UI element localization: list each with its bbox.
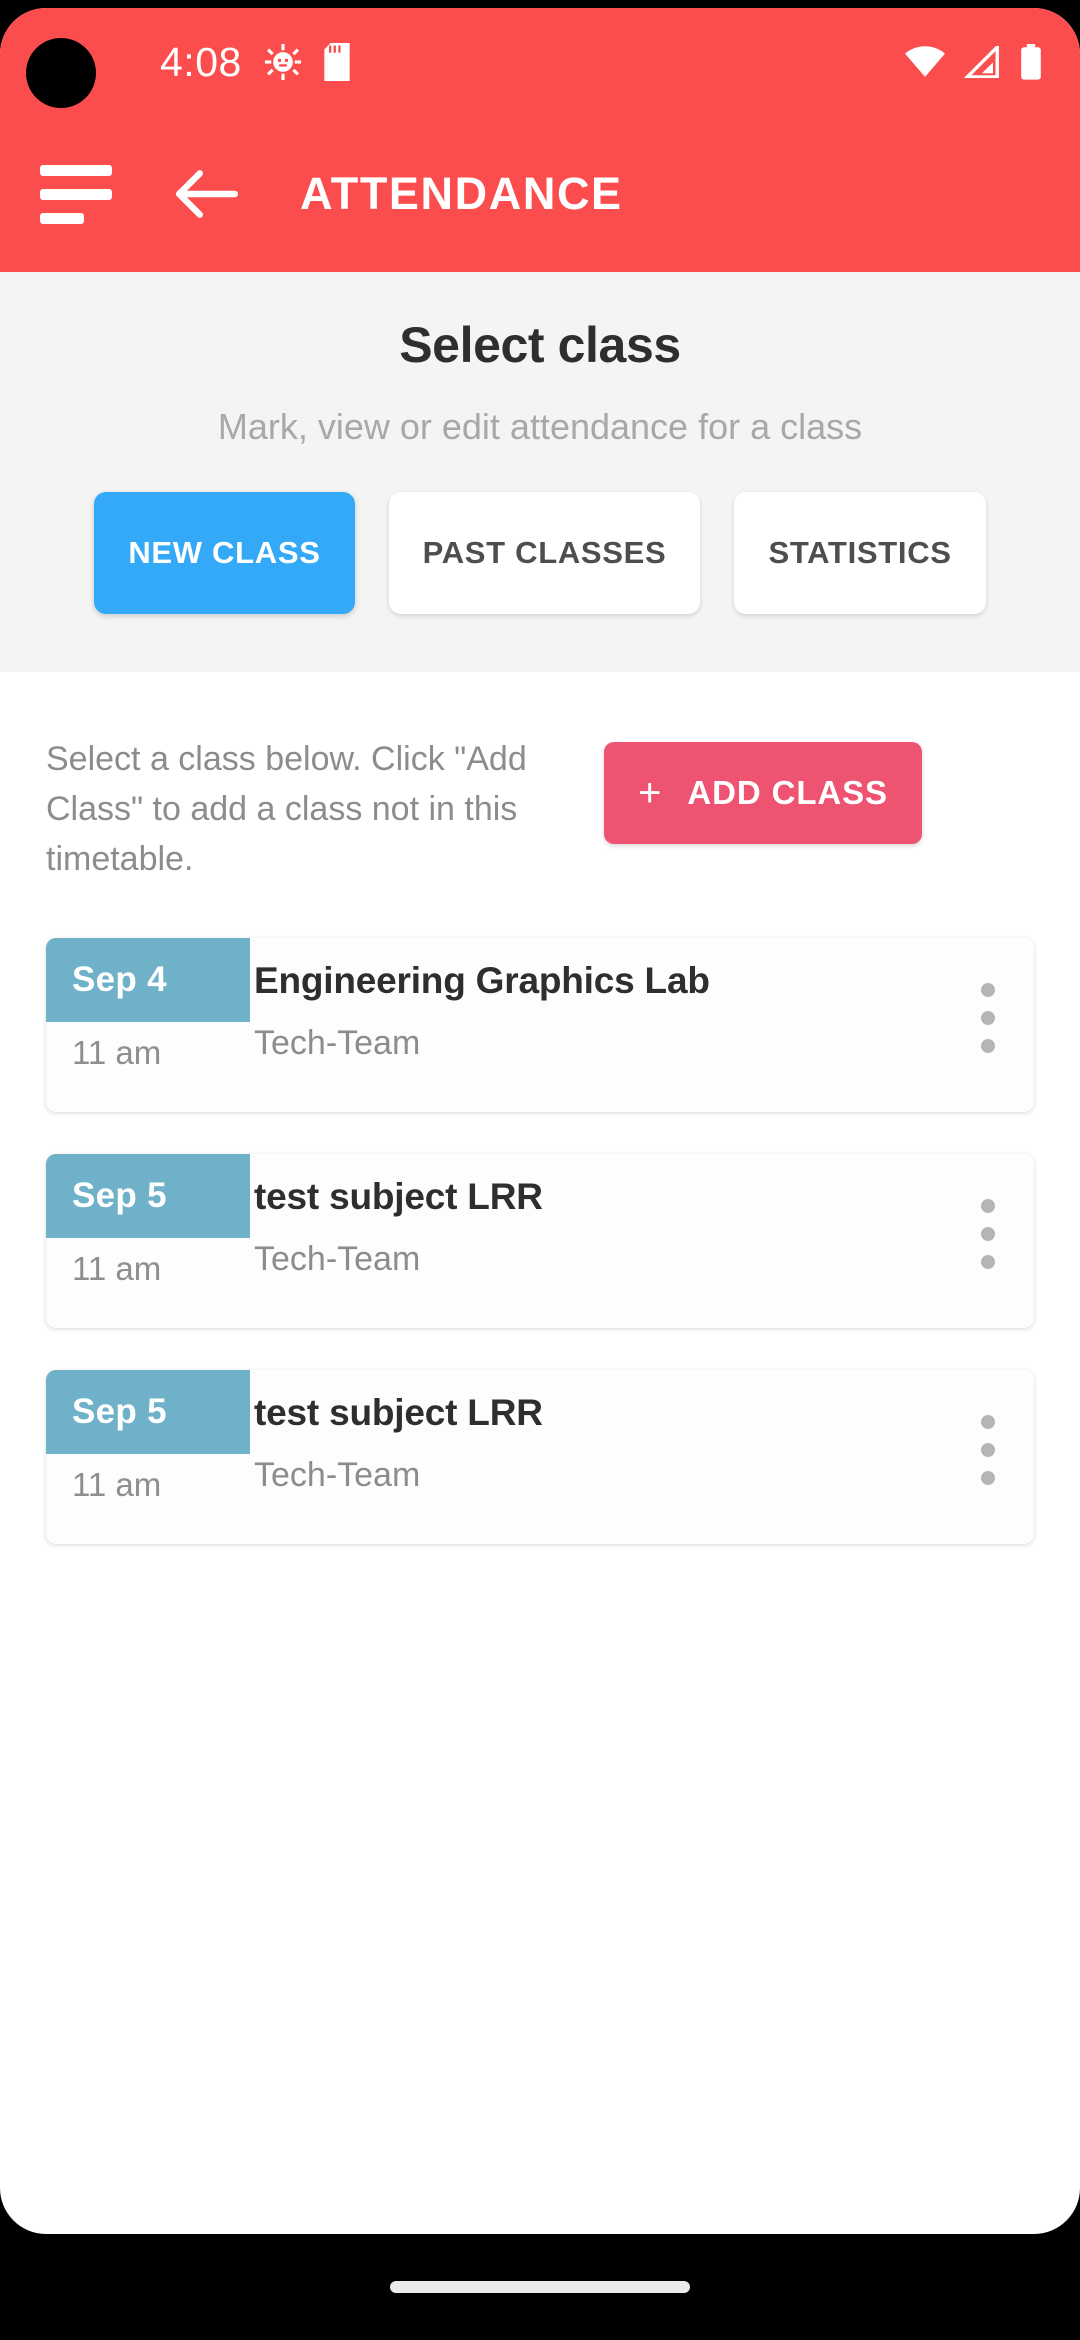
class-card-left: Sep 4 11 am	[46, 938, 250, 1112]
class-time: 11 am	[72, 1034, 162, 1071]
instruction-text: Select a class below. Click "Add Class" …	[46, 740, 527, 878]
screen: 4:08 ATTENDANCE Select class Mark, view …	[0, 8, 1080, 2234]
cellular-signal-icon	[964, 46, 1002, 78]
hero-section: Select class Mark, view or edit attendan…	[0, 272, 1080, 672]
class-card-main: test subject LRR Tech-Team	[250, 1370, 942, 1544]
class-title: Engineering Graphics Lab	[254, 960, 710, 1001]
android-debug-icon	[264, 43, 302, 81]
class-list: Sep 4 11 am Engineering Graphics Lab Tec…	[0, 884, 1080, 1544]
class-card-main: Engineering Graphics Lab Tech-Team	[250, 938, 942, 1112]
class-title: test subject LRR	[254, 1176, 543, 1217]
overflow-menu-icon[interactable]	[942, 1154, 1034, 1314]
phone-frame: 4:08 ATTENDANCE Select class Mark, view …	[0, 0, 1080, 2340]
menu-dot	[981, 1255, 995, 1269]
app-bar: 4:08 ATTENDANCE	[0, 8, 1080, 272]
class-time: 11 am	[72, 1250, 162, 1287]
menu-dot	[981, 983, 995, 997]
hero-title: Select class	[399, 317, 681, 373]
class-card-left: Sep 5 11 am	[46, 1154, 250, 1328]
class-card[interactable]: Sep 4 11 am Engineering Graphics Lab Tec…	[46, 938, 1034, 1112]
app-bar-row: ATTENDANCE	[0, 116, 1080, 272]
sd-card-icon	[324, 43, 350, 81]
tab-statistics[interactable]: STATISTICS	[734, 492, 986, 614]
hero-subtitle: Mark, view or edit attendance for a clas…	[217, 406, 863, 447]
overflow-menu-icon[interactable]	[942, 938, 1034, 1098]
date-badge: Sep 5	[46, 1370, 250, 1454]
class-subtitle: Tech-Team	[254, 1240, 421, 1278]
menu-dot	[981, 1199, 995, 1213]
menu-dot	[981, 1471, 995, 1485]
status-bar-clock: 4:08	[160, 38, 242, 85]
class-subtitle: Tech-Team	[254, 1024, 421, 1062]
instruction-row: Select a class below. Click "Add Class" …	[0, 672, 1080, 884]
tab-group: NEW CLASS PAST CLASSES STATISTICS	[0, 492, 1080, 614]
add-class-label: ADD CLASS	[687, 774, 888, 811]
status-bar-right	[904, 44, 1042, 80]
status-bar: 4:08	[0, 8, 1080, 116]
camera-punch-hole	[26, 38, 96, 108]
hamburger-line-2	[40, 188, 112, 200]
class-title: test subject LRR	[254, 1392, 543, 1433]
status-bar-left: 4:08	[160, 38, 350, 85]
date-badge: Sep 4	[46, 938, 250, 1022]
add-class-button[interactable]: + ADD CLASS	[604, 742, 922, 844]
class-subtitle: Tech-Team	[254, 1456, 421, 1494]
tab-new-class[interactable]: NEW CLASS	[94, 492, 355, 614]
wifi-icon	[904, 46, 946, 78]
menu-dot	[981, 1011, 995, 1025]
class-card[interactable]: Sep 5 11 am test subject LRR Tech-Team	[46, 1370, 1034, 1544]
menu-dot	[981, 1227, 995, 1241]
menu-dot	[981, 1039, 995, 1053]
menu-dot	[981, 1443, 995, 1457]
date-badge: Sep 5	[46, 1154, 250, 1238]
hamburger-line-3	[40, 212, 84, 224]
page-title: ATTENDANCE	[300, 168, 623, 219]
system-navigation-bar	[0, 2234, 1080, 2340]
class-card-left: Sep 5 11 am	[46, 1370, 250, 1544]
class-card-main: test subject LRR Tech-Team	[250, 1154, 942, 1328]
hamburger-line-1	[40, 164, 112, 176]
menu-dot	[981, 1415, 995, 1429]
battery-icon	[1020, 44, 1042, 80]
class-time: 11 am	[72, 1466, 162, 1503]
tab-past-classes[interactable]: PAST CLASSES	[388, 492, 701, 614]
hamburger-menu-icon[interactable]	[40, 158, 112, 230]
overflow-menu-icon[interactable]	[942, 1370, 1034, 1530]
plus-icon: +	[638, 771, 662, 815]
class-card[interactable]: Sep 5 11 am test subject LRR Tech-Team	[46, 1154, 1034, 1328]
back-arrow-icon[interactable]	[168, 156, 244, 232]
home-indicator-pill[interactable]	[390, 2281, 690, 2293]
